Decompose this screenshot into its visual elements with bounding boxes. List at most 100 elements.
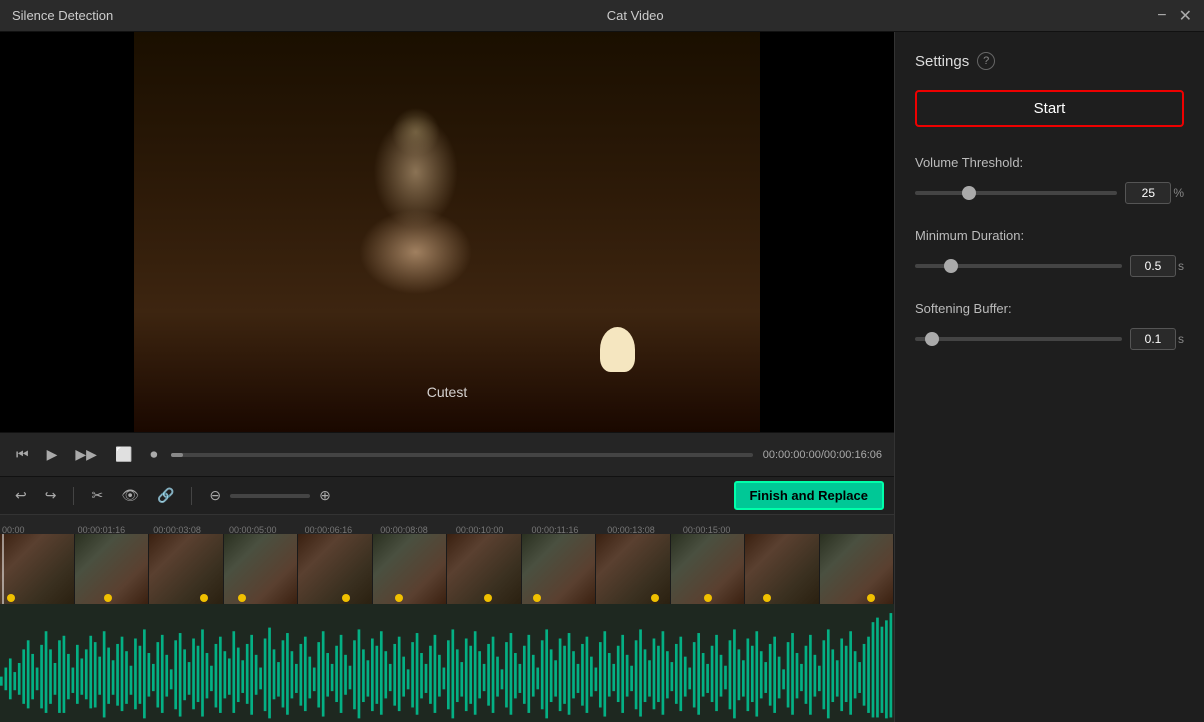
softening-buffer-slider-row: s <box>915 328 1184 350</box>
left-panel: Cutest ⏮ ▶ ▶▶ ⬜ ⏺ 00:00:00:00/00:00:16:0… <box>0 32 894 722</box>
minimize-button[interactable]: − <box>1157 7 1166 25</box>
softening-buffer-input[interactable] <box>1130 328 1176 350</box>
thumb-cell-4 <box>224 534 299 604</box>
video-content: Cutest <box>134 32 760 432</box>
finish-and-replace-button[interactable]: Finish and Replace <box>734 481 884 510</box>
help-icon[interactable]: ? <box>977 52 995 70</box>
cat-figurine <box>600 327 635 372</box>
thumb-cell-3 <box>149 534 224 604</box>
playback-controls: ⏮ ▶ ▶▶ ⬜ ⏺ 00:00:00:00/00:00:16:06 <box>0 432 894 476</box>
help-icon-label: ? <box>983 55 989 67</box>
zoom-in-button[interactable]: ⊕ <box>314 484 336 507</box>
timecode-ruler: 00:00 00:00:01:16 00:00:03:08 00:00:05:0… <box>0 514 894 534</box>
thumb-cell-6 <box>373 534 448 604</box>
thumb-cell-9 <box>596 534 671 604</box>
marker-7 <box>484 594 492 602</box>
timecode-mark-8: 00:00:13:08 <box>607 525 655 535</box>
marker-9 <box>651 594 659 602</box>
thumb-cell-11 <box>745 534 820 604</box>
volume-threshold-slider[interactable] <box>915 191 1117 195</box>
video-track[interactable] <box>0 534 894 604</box>
title-bar: Silence Detection Cat Video − ✕ <box>0 0 1204 32</box>
thumb-cell-10 <box>671 534 746 604</box>
volume-threshold-label: Volume Threshold: <box>915 155 1184 170</box>
thumb-cell-12 <box>820 534 895 604</box>
timecode-mark-5: 00:00:08:08 <box>380 525 428 535</box>
video-title: Cat Video <box>607 8 664 23</box>
timecode-mark-6: 00:00:10:00 <box>456 525 504 535</box>
zoom-out-button[interactable]: ⊖ <box>204 484 226 507</box>
thumb-cell-1 <box>0 534 75 604</box>
waveform-svg <box>0 604 894 722</box>
marker-1 <box>7 594 15 602</box>
video-black-right <box>760 32 894 432</box>
thumb-cell-2 <box>75 534 150 604</box>
timecode-mark-1: 00:00:01:16 <box>78 525 126 535</box>
zoom-controls: ⊖ ⊕ <box>204 484 335 507</box>
volume-threshold-group: Volume Threshold: % <box>915 155 1184 204</box>
minimum-duration-slider-row: s <box>915 255 1184 277</box>
volume-threshold-slider-row: % <box>915 182 1184 204</box>
app-title: Silence Detection <box>12 8 113 23</box>
marker-6 <box>395 594 403 602</box>
time-display: 00:00:00:00/00:00:16:06 <box>763 449 882 461</box>
audio-track[interactable] <box>0 604 894 722</box>
loop-play-button[interactable]: ▶▶ <box>71 442 101 467</box>
minimum-duration-label: Minimum Duration: <box>915 228 1184 243</box>
timecode-mark-2: 00:00:03:08 <box>153 525 201 535</box>
link-button[interactable]: 🔗 <box>152 484 179 507</box>
clip-mode-button[interactable]: ⬜ <box>111 442 136 467</box>
volume-threshold-input[interactable] <box>1125 182 1171 204</box>
go-to-start-button[interactable]: ⏮ <box>12 442 33 467</box>
separator-1 <box>73 487 74 505</box>
marker-3 <box>200 594 208 602</box>
cut-button[interactable]: ✂ <box>86 484 108 507</box>
marker-4 <box>238 594 246 602</box>
timecode-mark-7: 00:00:11:16 <box>532 525 579 535</box>
thumb-cell-5 <box>298 534 373 604</box>
video-caption: Cutest <box>427 384 467 400</box>
timeline: 00:00 00:00:01:16 00:00:03:08 00:00:05:0… <box>0 514 894 722</box>
right-panel: Settings ? Start Volume Threshold: % Min… <box>894 32 1204 722</box>
redo-button[interactable]: ↪ <box>40 484 62 507</box>
video-preview: Cutest <box>0 32 894 432</box>
volume-threshold-value-box: % <box>1125 182 1184 204</box>
minimum-duration-slider[interactable] <box>915 264 1122 268</box>
progress-fill <box>171 453 183 457</box>
thumbnail-strip <box>0 534 894 604</box>
zoom-bar[interactable] <box>230 494 310 498</box>
start-button[interactable]: Start <box>915 90 1184 127</box>
minimum-duration-input[interactable] <box>1130 255 1176 277</box>
softening-buffer-unit: s <box>1178 332 1184 346</box>
thumb-cell-7 <box>447 534 522 604</box>
close-button[interactable]: ✕ <box>1179 6 1192 26</box>
minimum-duration-unit: s <box>1178 259 1184 273</box>
eye-button[interactable]: 👁 <box>116 484 144 507</box>
marker-8 <box>533 594 541 602</box>
timecode-mark-9: 00:00:15:00 <box>683 525 731 535</box>
softening-buffer-value-box: s <box>1130 328 1184 350</box>
thumb-cell-8 <box>522 534 597 604</box>
softening-buffer-slider[interactable] <box>915 337 1122 341</box>
play-button[interactable]: ▶ <box>43 442 62 467</box>
record-button[interactable]: ⏺ <box>146 442 161 467</box>
video-frame: Cutest <box>0 32 894 432</box>
marker-11 <box>763 594 771 602</box>
separator-2 <box>191 487 192 505</box>
marker-2 <box>104 594 112 602</box>
marker-5 <box>342 594 350 602</box>
softening-buffer-group: Softening Buffer: s <box>915 301 1184 350</box>
timecode-mark-4: 00:00:06:16 <box>305 525 353 535</box>
volume-threshold-unit: % <box>1173 186 1184 200</box>
timecode-mark-0: 00:00 <box>2 525 25 535</box>
progress-bar[interactable] <box>171 453 752 457</box>
undo-button[interactable]: ↩ <box>10 484 32 507</box>
main-layout: Cutest ⏮ ▶ ▶▶ ⬜ ⏺ 00:00:00:00/00:00:16:0… <box>0 32 1204 722</box>
minimum-duration-value-box: s <box>1130 255 1184 277</box>
softening-buffer-label: Softening Buffer: <box>915 301 1184 316</box>
marker-12 <box>867 594 875 602</box>
timecode-mark-3: 00:00:05:00 <box>229 525 277 535</box>
minimum-duration-group: Minimum Duration: s <box>915 228 1184 277</box>
cat-visual: Cutest <box>134 32 760 432</box>
settings-title: Settings <box>915 53 969 70</box>
